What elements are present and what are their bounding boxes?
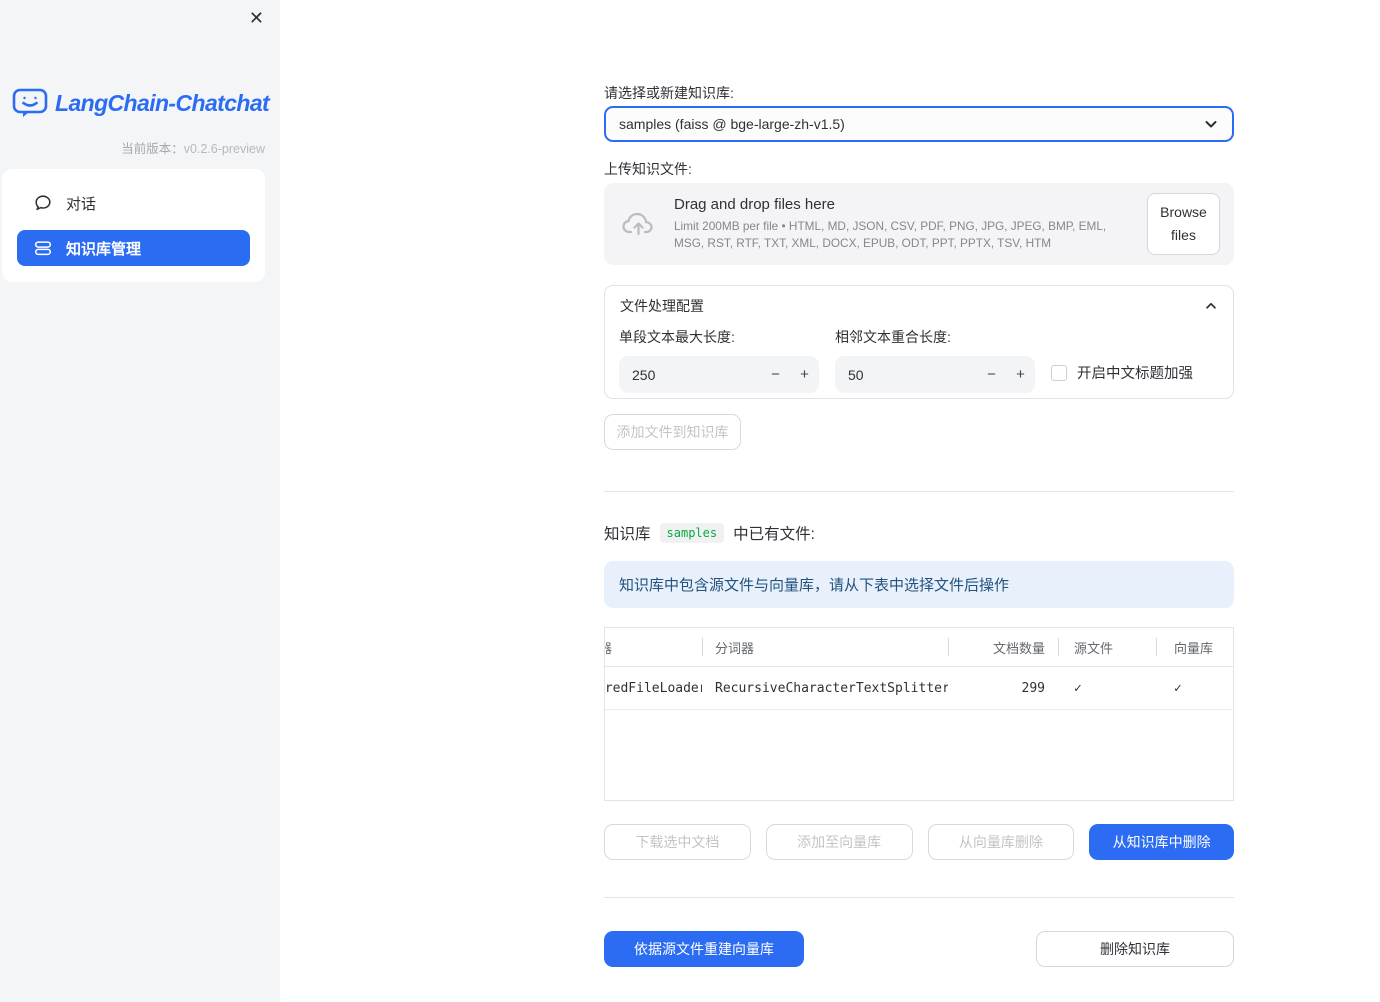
file-dropzone[interactable]: Drag and drop files here Limit 200MB per… (604, 183, 1234, 265)
dropzone-text: Drag and drop files here Limit 200MB per… (674, 196, 1147, 251)
cell-splitter: RecursiveCharacterTextSplitter (715, 680, 948, 696)
delete-kb-button[interactable]: 删除知识库 (1036, 931, 1234, 967)
main-content: 请选择或新建知识库: samples (faiss @ bge-large-zh… (604, 0, 1234, 1002)
check-icon: ✓ (1074, 680, 1082, 696)
sidebar-close-icon[interactable]: ✕ (245, 5, 268, 31)
table-header-row: 器 分词器 文档数量 源文件 向量库 (605, 628, 1233, 667)
checkbox-label: 开启中文标题加强 (1077, 366, 1193, 382)
chat-bubble-icon (33, 193, 53, 213)
check-icon: ✓ (1174, 680, 1182, 696)
kb-select-label: 请选择或新建知识库: (604, 85, 734, 101)
cell-loader: uredFileLoader (605, 680, 702, 696)
expander-title: 文件处理配置 (620, 298, 704, 314)
overlap-size-input[interactable]: 50 − + (835, 356, 1035, 393)
chunk-size-label: 单段文本最大长度: (619, 329, 735, 345)
rebuild-vector-store-button[interactable]: 依据源文件重建向量库 (604, 931, 804, 967)
sidebar-item-label: 知识库管理 (66, 240, 142, 258)
kb-select[interactable]: samples (faiss @ bge-large-zh-v1.5) (604, 106, 1234, 142)
overlap-size-group: 相邻文本重合长度: 50 − + (835, 327, 1035, 393)
delete-from-kb-button[interactable]: 从知识库中删除 (1089, 824, 1234, 860)
add-to-vector-store-button[interactable]: 添加至向量库 (765, 824, 913, 860)
chunk-size-value[interactable]: 250 (619, 367, 761, 383)
col-header-loader: 器 (605, 628, 702, 666)
version-text: 当前版本：v0.2.6-preview (121, 138, 265, 157)
files-table: 器 分词器 文档数量 源文件 向量库 uredFileLoader Recurs… (604, 627, 1234, 801)
col-header-splitter: 分词器 (702, 628, 948, 666)
plus-stepper-button[interactable]: + (1006, 366, 1035, 383)
kb-level-buttons: 依据源文件重建向量库 删除知识库 (604, 931, 1234, 967)
sidebar-item-kb-management[interactable]: 知识库管理 (17, 230, 250, 266)
overlap-size-label: 相邻文本重合长度: (835, 329, 951, 345)
add-files-to-kb-button[interactable]: 添加文件到知识库 (604, 414, 741, 450)
chunk-size-group: 单段文本最大长度: 250 − + (619, 327, 819, 393)
version-value: v0.2.6-preview (183, 142, 265, 156)
version-label: 当前版本： (121, 142, 184, 156)
download-selected-button[interactable]: 下载选中文档 (604, 824, 751, 860)
minus-stepper-button[interactable]: − (977, 366, 1006, 383)
kb-name-code: samples (659, 523, 725, 543)
divider (604, 897, 1234, 898)
dropzone-title: Drag and drop files here (674, 196, 835, 214)
overlap-size-value[interactable]: 50 (835, 367, 977, 383)
kb-select-value: samples (faiss @ bge-large-zh-v1.5) (619, 116, 845, 132)
browse-files-button[interactable]: Browse files (1147, 192, 1220, 256)
cloud-upload-icon (621, 208, 657, 240)
brand-name: LangChain-Chatchat (55, 89, 270, 116)
zh-title-enhance-checkbox[interactable]: 开启中文标题加强 (1051, 354, 1193, 391)
chunk-size-input[interactable]: 250 − + (619, 356, 819, 393)
divider (604, 491, 1234, 492)
col-header-doc-count: 文档数量 (948, 628, 1058, 666)
minus-stepper-button[interactable]: − (761, 366, 790, 383)
expander-body: 单段文本最大长度: 250 − + 相邻文本重合长度: 50 − + 开启中文标… (605, 326, 1233, 393)
sidebar: ✕ LangChain-Chatchat 当前版本：v0.2.6-preview (0, 0, 280, 1002)
brand-chat-smiley-icon (12, 87, 48, 119)
cell-source-file-check: ✓ (1058, 681, 1156, 696)
info-banner: 知识库中包含源文件与向量库，请从下表中选择文件后操作 (604, 561, 1234, 608)
knowledge-base-icon (33, 238, 53, 258)
plus-stepper-button[interactable]: + (790, 366, 819, 383)
file-action-buttons: 下载选中文档 添加至向量库 从向量库删除 从知识库中删除 (604, 824, 1234, 860)
brand-logo: LangChain-Chatchat (12, 87, 270, 119)
kb-files-suffix: 中已有文件: (733, 526, 815, 543)
kb-files-heading: 知识库 samples 中已有文件: (604, 522, 1234, 544)
kb-files-prefix: 知识库 (604, 526, 651, 543)
sidebar-item-label: 对话 (66, 195, 97, 213)
delete-from-vector-store-button[interactable]: 从向量库删除 (927, 824, 1075, 860)
file-config-expander: 文件处理配置 单段文本最大长度: 250 − + 相邻文本重合长度: 50 − … (604, 285, 1234, 399)
app-window: ✕ LangChain-Chatchat 当前版本：v0.2.6-preview (0, 0, 1380, 1002)
table-row[interactable]: uredFileLoader RecursiveCharacterTextSpl… (605, 667, 1233, 710)
chevron-up-icon (1204, 299, 1218, 313)
info-banner-text: 知识库中包含源文件与向量库，请从下表中选择文件后操作 (619, 577, 1010, 594)
cell-doc-count: 299 (1021, 680, 1045, 696)
col-header-vector-store: 向量库 (1156, 628, 1233, 666)
sidebar-nav: 对话 知识库管理 (2, 169, 265, 282)
col-header-source-file: 源文件 (1058, 628, 1156, 666)
cell-vector-store-check: ✓ (1156, 680, 1233, 696)
upload-label: 上传知识文件: (604, 161, 692, 177)
sidebar-item-dialogue[interactable]: 对话 (17, 185, 250, 221)
checkbox-box[interactable] (1051, 364, 1067, 381)
dropzone-limit-hint: Limit 200MB per file • HTML, MD, JSON, C… (674, 219, 1107, 250)
expander-header[interactable]: 文件处理配置 (605, 286, 1233, 326)
chevron-down-icon (1203, 116, 1219, 132)
